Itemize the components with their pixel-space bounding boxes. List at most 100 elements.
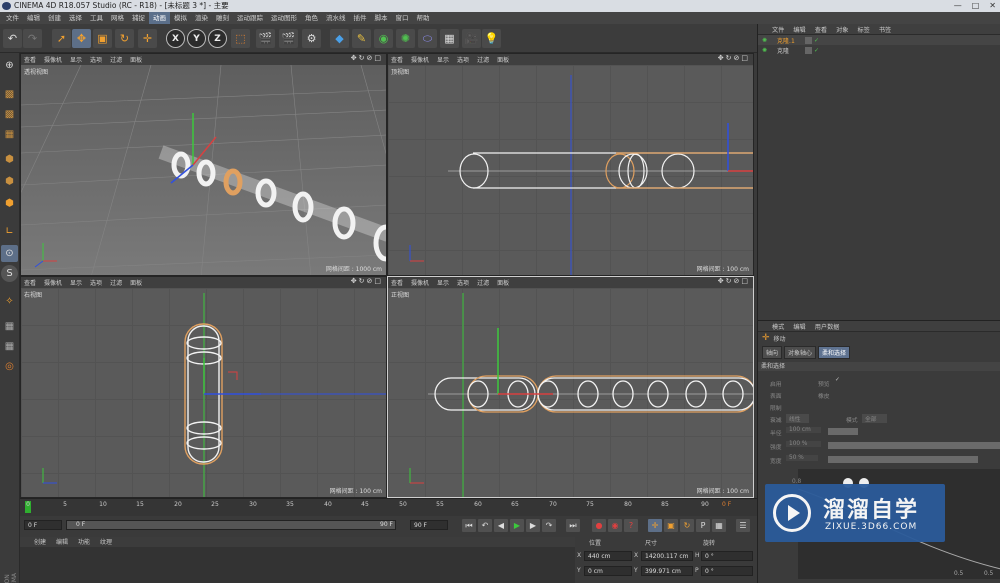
vp-menu-camera[interactable]: 摄像机 (44, 55, 62, 64)
render-view-icon[interactable]: 🎬 (256, 29, 275, 48)
vp-menu-view[interactable]: 查看 (24, 55, 36, 64)
vp-menu-view[interactable]: 查看 (391, 278, 403, 287)
timeline-settings-icon[interactable]: ☰ (736, 519, 750, 532)
strength-field[interactable]: 100 % (786, 441, 822, 447)
vp-menu-panel[interactable]: 面板 (130, 278, 142, 287)
am-menu-user-data[interactable]: 用户数据 (815, 322, 840, 331)
timeline-ruler[interactable]: 0 5 10 15 20 25 30 35 40 45 50 55 60 65 … (20, 498, 757, 516)
enabled-check-icon[interactable]: ✓ (814, 47, 819, 54)
array-generator-icon[interactable]: ✺ (396, 29, 415, 48)
vp-menu-display[interactable]: 显示 (70, 278, 82, 287)
go-to-end-icon[interactable]: ⏭ (566, 519, 580, 532)
key-parameter-icon[interactable]: P (696, 519, 710, 532)
rotation-p-field[interactable]: 0 ° (701, 566, 753, 576)
vp-menu-panel[interactable]: 面板 (497, 55, 509, 64)
viewport-nav-icons[interactable]: ✥↻⊘□ (718, 277, 750, 288)
om-menu-view[interactable]: 查看 (815, 25, 827, 34)
menu-help[interactable]: 帮助 (413, 12, 434, 24)
om-menu-bookmarks[interactable]: 书签 (879, 25, 891, 34)
om-menu-tags[interactable]: 标签 (858, 25, 870, 34)
next-frame-icon[interactable]: ▶ (526, 519, 540, 532)
vp-menu-view[interactable]: 查看 (391, 55, 403, 64)
mode-select[interactable]: 全部 (862, 414, 887, 423)
pen-spline-icon[interactable]: ✎ (352, 29, 371, 48)
tab-soft-selection[interactable]: 柔和选择 (818, 346, 851, 359)
grid-icon[interactable]: ▦ (1, 338, 18, 355)
scale-icon[interactable]: ▣ (93, 29, 112, 48)
next-key-icon[interactable]: ↷ (542, 519, 556, 532)
points-mode-icon[interactable]: ⬢ (1, 151, 18, 168)
material-area[interactable] (20, 547, 575, 583)
axis-x-lock-button[interactable]: X (166, 29, 185, 48)
width-field[interactable]: 50 % (786, 455, 818, 461)
render-settings-icon[interactable]: ⚙ (302, 29, 321, 48)
play-icon[interactable]: ▶ (510, 519, 524, 532)
workplane-mode-icon[interactable]: ▦ (1, 126, 18, 143)
maximize-button[interactable]: □ (972, 0, 980, 12)
rotation-h-field[interactable]: 0 ° (701, 551, 753, 561)
mat-menu-edit[interactable]: 编辑 (56, 537, 68, 547)
vp-menu-display[interactable]: 显示 (437, 55, 449, 64)
vp-menu-options[interactable]: 选项 (457, 278, 469, 287)
vp-menu-camera[interactable]: 摄像机 (44, 278, 62, 287)
menu-animate[interactable]: 动画 (149, 12, 170, 24)
radius-slider[interactable] (828, 428, 858, 435)
camera-icon[interactable]: 🎥 (462, 29, 481, 48)
polygons-mode-icon[interactable]: ⬢ (1, 195, 18, 212)
go-to-start-icon[interactable]: ⏮ (462, 519, 476, 532)
om-menu-file[interactable]: 文件 (772, 25, 784, 34)
menu-file[interactable]: 文件 (2, 12, 23, 24)
object-row[interactable]: ✺ 克隆.1 ✓ (758, 35, 1000, 45)
key-rotation-icon[interactable]: ↻ (680, 519, 694, 532)
deformer-icon[interactable]: ⬭ (418, 29, 437, 48)
previous-frame-icon[interactable]: ◀ (494, 519, 508, 532)
mat-menu-function[interactable]: 功能 (78, 537, 90, 547)
minimize-button[interactable]: — (954, 0, 962, 12)
right-viewport[interactable]: 查看 摄像机 显示 选项 过滤 面板 ✥↻⊘□ 右视图 网格间距 : 100 c… (20, 276, 387, 498)
vp-menu-options[interactable]: 选项 (457, 55, 469, 64)
autokey-icon[interactable]: ◉ (608, 519, 622, 532)
falloff-select[interactable]: 线性 (786, 414, 809, 423)
subdivision-surface-icon[interactable]: ◉ (374, 29, 393, 48)
vp-menu-filter[interactable]: 过滤 (110, 55, 122, 64)
end-frame-field[interactable]: 90 F (410, 520, 448, 530)
am-menu-edit[interactable]: 编辑 (793, 322, 805, 331)
vp-menu-view[interactable]: 查看 (24, 278, 36, 287)
menu-sculpt[interactable]: 雕刻 (212, 12, 233, 24)
solo-icon[interactable]: ◎ (1, 358, 18, 375)
cube-primitive-icon[interactable]: ◆ (330, 29, 349, 48)
light-icon[interactable]: 💡 (482, 29, 501, 48)
menu-window[interactable]: 窗口 (392, 12, 413, 24)
position-y-field[interactable]: 0 cm (584, 566, 632, 576)
vp-menu-filter[interactable]: 过滤 (477, 55, 489, 64)
menu-motion-tracking[interactable]: 运动跟踪 (233, 12, 267, 24)
preview-range-slider[interactable] (66, 520, 396, 530)
enable-snap-icon[interactable]: ✧ (1, 293, 18, 310)
menu-mesh[interactable]: 网格 (107, 12, 128, 24)
vp-menu-display[interactable]: 显示 (437, 278, 449, 287)
om-menu-edit[interactable]: 编辑 (793, 25, 805, 34)
size-y-field[interactable]: 399.971 cm (641, 566, 693, 576)
current-frame-field[interactable]: 0 F (24, 520, 62, 530)
vp-menu-camera[interactable]: 摄像机 (411, 55, 429, 64)
previous-key-icon[interactable]: ↶ (478, 519, 492, 532)
menu-mograph[interactable]: 运动图形 (267, 12, 301, 24)
menu-simulate[interactable]: 模拟 (170, 12, 191, 24)
viewport-nav-icons[interactable]: ✥↻⊘□ (718, 54, 750, 65)
mat-menu-create[interactable]: 创建 (34, 537, 46, 547)
object-row[interactable]: ✺ 克隆 ✓ (758, 45, 1000, 55)
key-scale-icon[interactable]: ▣ (664, 519, 678, 532)
move-icon[interactable]: ✥ (72, 29, 91, 48)
menu-script[interactable]: 脚本 (371, 12, 392, 24)
vp-menu-options[interactable]: 选项 (90, 278, 102, 287)
viewport-nav-icons[interactable]: ✥↻⊘□ (351, 54, 383, 65)
vp-menu-filter[interactable]: 过滤 (477, 278, 489, 287)
texture-mode-icon[interactable]: ▩ (1, 106, 18, 123)
menu-character[interactable]: 角色 (301, 12, 322, 24)
render-picture-viewer-icon[interactable]: 🎬 (279, 29, 298, 48)
vp-menu-panel[interactable]: 面板 (130, 55, 142, 64)
viewport-nav-icons[interactable]: ✥↻⊘□ (351, 277, 383, 288)
radius-field[interactable]: 100 cm (786, 427, 821, 433)
tweak-mode-icon[interactable]: ⊙ (1, 245, 18, 262)
enabled-check-icon[interactable]: ✓ (814, 37, 819, 44)
